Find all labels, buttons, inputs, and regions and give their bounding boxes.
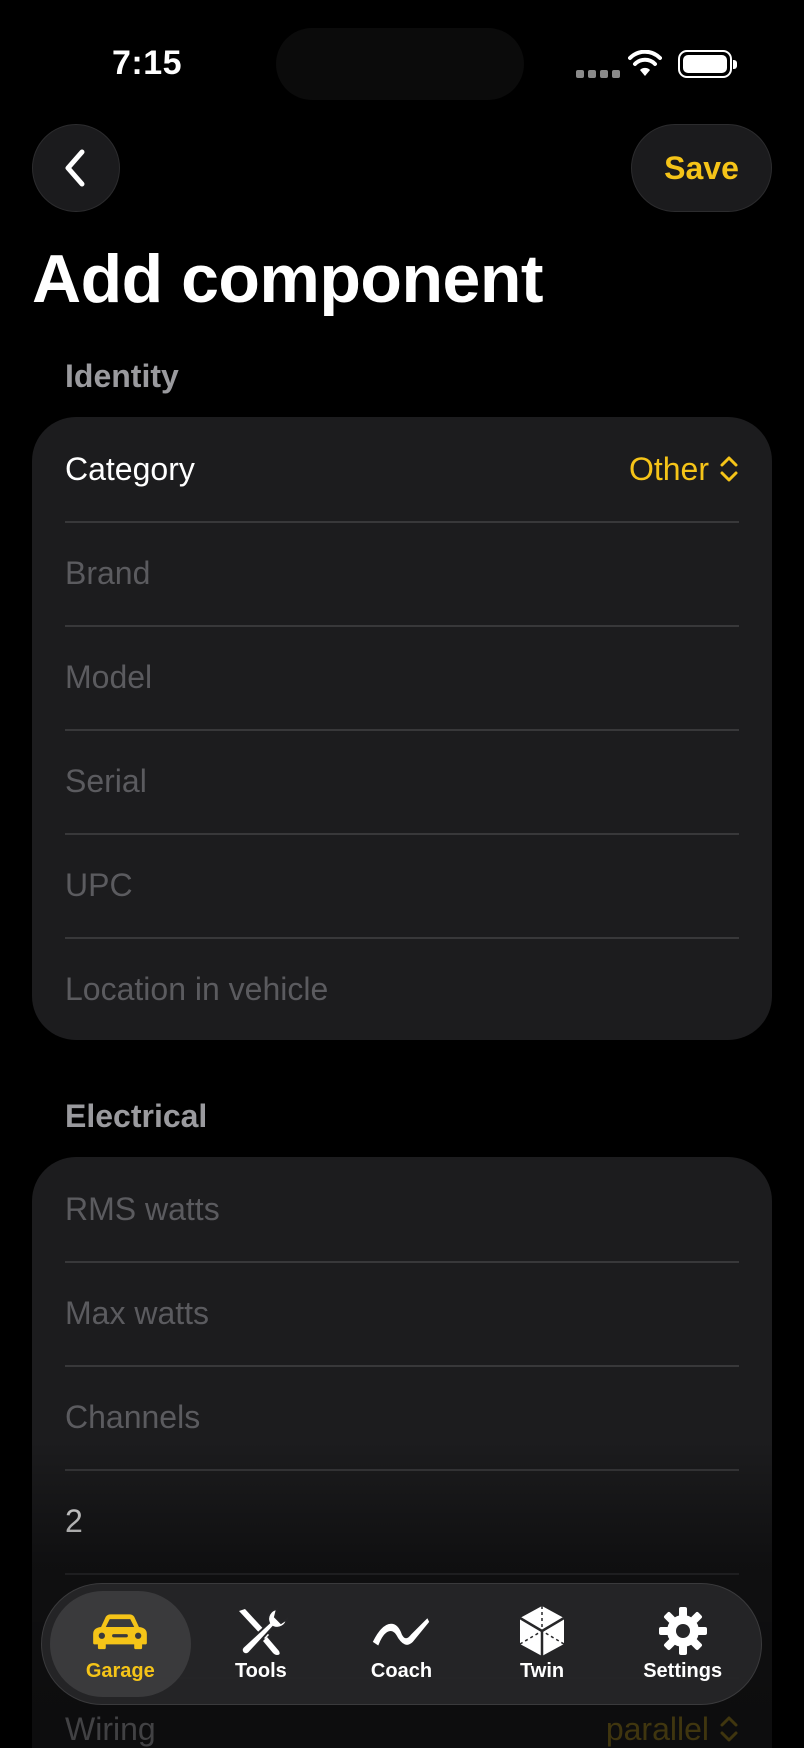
- ohms-field[interactable]: 2: [32, 1469, 772, 1573]
- wiring-value: parallel: [605, 1710, 709, 1747]
- status-time: 7:15: [112, 44, 183, 82]
- battery-icon: [678, 50, 737, 78]
- section-header-identity: Identity: [65, 358, 179, 394]
- ohms-value: 2: [65, 1502, 83, 1539]
- rms-watts-placeholder: RMS watts: [65, 1190, 220, 1227]
- tab-coach[interactable]: Coach: [331, 1591, 472, 1697]
- max-watts-placeholder: Max watts: [65, 1294, 210, 1331]
- category-picker[interactable]: Other: [629, 451, 739, 488]
- tab-tools[interactable]: Tools: [191, 1591, 332, 1697]
- back-button[interactable]: [32, 124, 120, 212]
- wifi-icon: [628, 50, 662, 76]
- serial-field[interactable]: Serial: [32, 729, 772, 833]
- channels-placeholder: Channels: [65, 1398, 201, 1435]
- tab-tools-label: Tools: [234, 1659, 287, 1682]
- model-field[interactable]: Model: [32, 625, 772, 729]
- max-watts-field[interactable]: Max watts: [32, 1261, 772, 1365]
- tab-twin-label: Twin: [520, 1659, 565, 1682]
- upc-placeholder: UPC: [65, 866, 133, 903]
- tab-coach-label: Coach: [370, 1659, 433, 1682]
- wiring-picker[interactable]: parallel: [606, 1711, 739, 1748]
- wave-icon: [373, 1617, 430, 1646]
- serial-placeholder: Serial: [65, 762, 147, 799]
- tab-settings-label: Settings: [643, 1659, 723, 1682]
- location-field[interactable]: Location in vehicle: [32, 937, 772, 1040]
- tab-twin[interactable]: Twin: [472, 1591, 613, 1697]
- category-label: Category: [65, 450, 195, 487]
- location-placeholder: Location in vehicle: [65, 970, 329, 1007]
- tab-garage[interactable]: Garage: [50, 1591, 191, 1697]
- rms-watts-field[interactable]: RMS watts: [32, 1157, 772, 1261]
- cube-icon: [519, 1605, 565, 1656]
- identity-card: Category Other Brand Model Serial UPC Lo…: [32, 417, 772, 1040]
- chevron-up-down-icon: [720, 456, 738, 482]
- tab-garage-label: Garage: [85, 1659, 155, 1682]
- model-placeholder: Model: [65, 658, 153, 695]
- brand-field[interactable]: Brand: [32, 521, 772, 625]
- channels-field[interactable]: Channels: [32, 1365, 772, 1469]
- tab-settings[interactable]: Settings: [612, 1591, 753, 1697]
- category-value: Other: [628, 450, 709, 487]
- chevron-up-down-icon: [720, 1716, 738, 1742]
- brand-placeholder: Brand: [65, 554, 151, 591]
- chevron-left-icon: [65, 149, 85, 187]
- signal-icon: [576, 70, 620, 78]
- section-header-electrical: Electrical: [65, 1098, 208, 1134]
- wrench-screwdriver-icon: [238, 1607, 289, 1655]
- wiring-label: Wiring: [65, 1710, 156, 1747]
- page-title: Add component: [32, 241, 544, 317]
- dynamic-island: [276, 28, 524, 100]
- save-button[interactable]: Save: [631, 124, 772, 212]
- tab-bar: Garage Tools Coach Twin Settings: [41, 1583, 762, 1705]
- gear-icon: [658, 1606, 707, 1655]
- upc-field[interactable]: UPC: [32, 833, 772, 937]
- category-row[interactable]: Category Other: [32, 417, 772, 521]
- car-icon: [93, 1613, 148, 1649]
